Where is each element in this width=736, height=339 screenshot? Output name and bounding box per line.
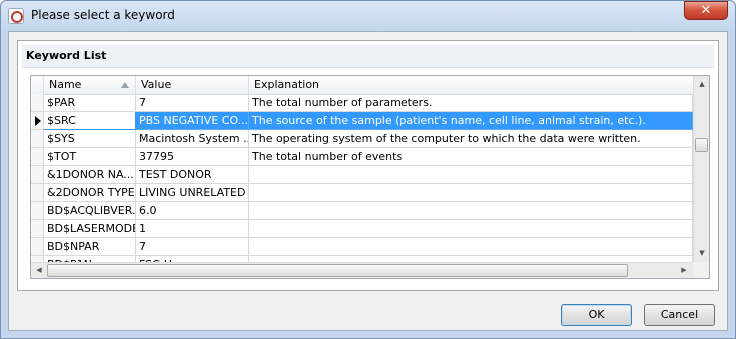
cell-explanation[interactable]: The total number of parameters. <box>249 94 693 112</box>
cell-explanation[interactable] <box>249 220 693 238</box>
row-indicator <box>31 112 44 130</box>
window-title: Please select a keyword <box>31 8 175 22</box>
cell-name[interactable]: $SYS <box>44 130 136 148</box>
header-indicator-cell <box>31 76 44 94</box>
table-row[interactable]: BD$ACQLIBVER... 6.0 <box>31 202 693 220</box>
horizontal-scroll-thumb[interactable] <box>47 264 628 277</box>
column-header-name-label: Name <box>49 78 82 91</box>
app-icon <box>8 8 24 24</box>
cell-explanation[interactable] <box>249 184 693 202</box>
cell-value[interactable]: 37795 <box>136 148 249 166</box>
cell-explanation[interactable] <box>249 238 693 256</box>
cell-name[interactable]: &1DONOR NA... <box>44 166 136 184</box>
dialog-window: Please select a keyword ✕ Keyword List N… <box>0 0 736 339</box>
cell-value[interactable]: LIVING UNRELATED <box>136 184 249 202</box>
row-indicator <box>31 238 44 256</box>
cell-name[interactable]: BD$LASERMODE <box>44 220 136 238</box>
dialog-client-area: Keyword List Name Value Explanation $PAR… <box>8 31 728 331</box>
cancel-button[interactable]: Cancel <box>644 304 715 326</box>
title-bar[interactable]: Please select a keyword ✕ <box>1 1 735 31</box>
row-indicator <box>31 148 44 166</box>
current-row-arrow-icon <box>35 116 41 126</box>
group-title: Keyword List <box>26 49 107 62</box>
close-icon: ✕ <box>700 3 712 18</box>
cell-name[interactable]: $PAR <box>44 94 136 112</box>
cell-value[interactable]: 7 <box>136 238 249 256</box>
row-indicator <box>31 220 44 238</box>
column-header-name[interactable]: Name <box>44 76 136 94</box>
cell-name[interactable]: BD$ACQLIBVER... <box>44 202 136 220</box>
table-row[interactable]: $TOT 37795 The total number of events <box>31 148 693 166</box>
column-header-value[interactable]: Value <box>136 76 249 94</box>
cell-value[interactable]: PBS NEGATIVE CO... <box>136 112 249 130</box>
cell-name[interactable]: $SRC <box>44 112 136 130</box>
row-indicator <box>31 130 44 148</box>
keyword-grid[interactable]: Name Value Explanation $PAR 7 The total … <box>30 75 710 279</box>
table-row[interactable]: &2DONOR TYPE LIVING UNRELATED <box>31 184 693 202</box>
cell-value[interactable]: 6.0 <box>136 202 249 220</box>
cell-name[interactable]: $TOT <box>44 148 136 166</box>
sort-ascending-icon <box>121 82 129 88</box>
table-row-selected[interactable]: $SRC PBS NEGATIVE CO... The source of th… <box>31 112 693 130</box>
scroll-right-icon[interactable]: ▶ <box>677 263 691 277</box>
row-indicator <box>31 166 44 184</box>
vertical-scroll-thumb[interactable] <box>695 138 708 152</box>
row-indicator <box>31 94 44 112</box>
cell-explanation[interactable] <box>249 202 693 220</box>
cell-explanation[interactable]: The total number of events <box>249 148 693 166</box>
grid-header: Name Value Explanation <box>31 76 693 95</box>
keyword-list-group: Keyword List Name Value Explanation $PAR… <box>17 40 719 291</box>
cell-explanation[interactable] <box>249 166 693 184</box>
column-header-explanation[interactable]: Explanation <box>249 76 693 94</box>
column-header-value-label: Value <box>141 78 172 91</box>
scroll-down-icon[interactable]: ▼ <box>695 246 709 260</box>
table-row[interactable]: BD$LASERMODE 1 <box>31 220 693 238</box>
row-indicator <box>31 184 44 202</box>
table-row[interactable]: $SYS Macintosh System ... The operating … <box>31 130 693 148</box>
cell-value[interactable]: Macintosh System ... <box>136 130 249 148</box>
close-button[interactable]: ✕ <box>684 1 728 20</box>
cell-explanation[interactable]: The source of the sample (patient's name… <box>249 112 693 130</box>
table-row[interactable]: BD$NPAR 7 <box>31 238 693 256</box>
cell-value[interactable]: TEST DONOR <box>136 166 249 184</box>
ok-button[interactable]: OK <box>561 304 632 326</box>
cell-value[interactable]: 7 <box>136 94 249 112</box>
vertical-scrollbar[interactable]: ▲ ▼ <box>693 76 709 262</box>
cell-explanation[interactable]: The operating system of the computer to … <box>249 130 693 148</box>
row-indicator <box>31 202 44 220</box>
table-row[interactable]: $PAR 7 The total number of parameters. <box>31 94 693 112</box>
column-header-explanation-label: Explanation <box>254 78 320 91</box>
cell-name[interactable]: &2DONOR TYPE <box>44 184 136 202</box>
cell-name[interactable]: BD$NPAR <box>44 238 136 256</box>
group-header: Keyword List <box>22 45 714 68</box>
horizontal-scrollbar[interactable]: ◀ ▶ <box>31 262 693 278</box>
scroll-left-icon[interactable]: ◀ <box>32 263 46 277</box>
table-row[interactable]: &1DONOR NA... TEST DONOR <box>31 166 693 184</box>
cell-value[interactable]: 1 <box>136 220 249 238</box>
scroll-up-icon[interactable]: ▲ <box>695 77 709 91</box>
scrollbar-corner <box>693 262 709 278</box>
